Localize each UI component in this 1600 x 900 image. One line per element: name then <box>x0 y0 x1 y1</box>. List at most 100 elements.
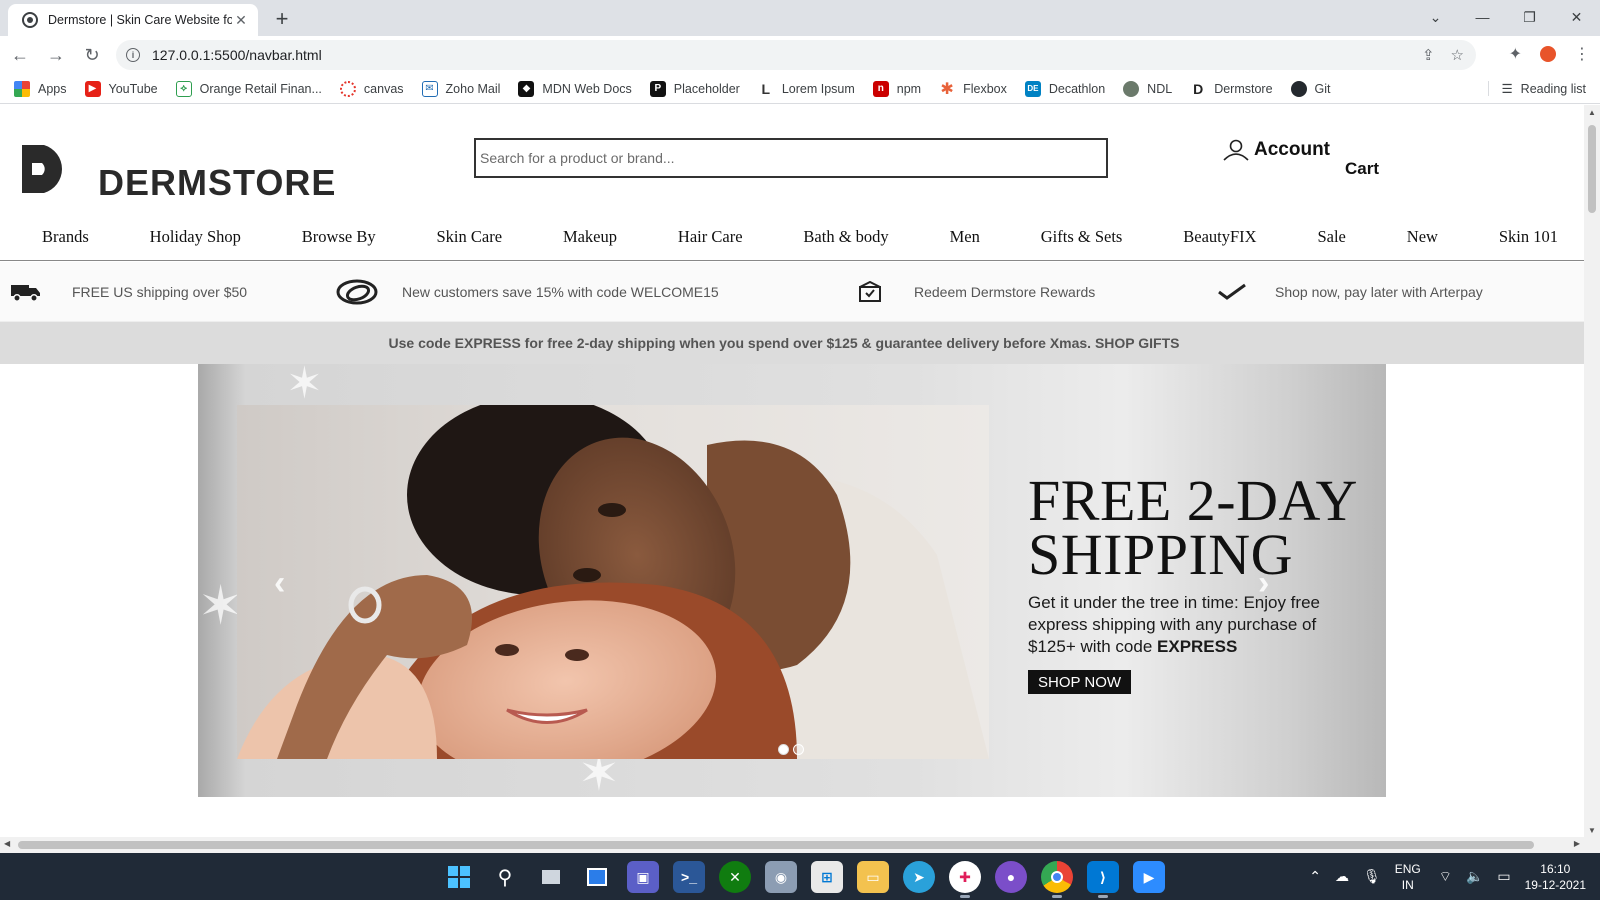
windows-icon <box>448 866 470 888</box>
bookmark-npm[interactable]: n npm <box>872 80 921 97</box>
github-icon <box>1290 80 1307 97</box>
nav-holiday-shop[interactable]: Holiday Shop <box>150 227 241 247</box>
microphone-icon[interactable]: 🎙 <box>1363 868 1381 885</box>
teams-chat-icon[interactable]: ▣ <box>627 861 659 893</box>
start-button[interactable] <box>443 861 475 893</box>
promo-code: EXPRESS <box>1157 637 1238 656</box>
scroll-down-icon[interactable]: ▼ <box>1584 826 1600 835</box>
close-tab-icon[interactable]: ✕ <box>232 12 250 29</box>
close-window-button[interactable]: ✕ <box>1553 0 1600 34</box>
profile-avatar[interactable] <box>1540 46 1556 62</box>
search-taskbar-icon[interactable]: ⚲ <box>489 861 521 893</box>
dermstore-logo[interactable]: DERMSTORE <box>22 143 336 201</box>
info-icon[interactable]: i <box>126 48 140 62</box>
reload-button[interactable]: ↻ <box>76 39 108 71</box>
powershell-icon[interactable]: >_ <box>673 861 705 893</box>
zoom-icon[interactable]: ▶ <box>1133 861 1165 893</box>
tab-search-icon[interactable]: ⌄ <box>1412 0 1459 34</box>
new-tab-button[interactable]: + <box>268 6 296 32</box>
back-button[interactable]: ← <box>4 39 36 71</box>
bookmark-flexbox[interactable]: ✱ Flexbox <box>939 80 1007 98</box>
vertical-scrollbar[interactable]: ▲ ▼ <box>1584 105 1600 837</box>
perk-shipping[interactable]: FREE US shipping over $50 <box>10 262 247 322</box>
forward-button[interactable]: → <box>40 39 72 71</box>
bookmark-lorem-ipsum[interactable]: L Lorem Ipsum <box>757 80 855 97</box>
cloud-icon[interactable]: ☁ <box>1335 868 1349 885</box>
nav-makeup[interactable]: Makeup <box>563 227 617 247</box>
scroll-left-icon[interactable]: ◀ <box>4 839 10 848</box>
nav-skin-101[interactable]: Skin 101 <box>1499 227 1558 247</box>
menu-kebab-icon[interactable]: ⋮ <box>1574 44 1590 64</box>
carousel-prev-icon[interactable]: ‹ <box>274 564 285 603</box>
nav-new[interactable]: New <box>1407 227 1438 247</box>
nav-bath-body[interactable]: Bath & body <box>803 227 888 247</box>
task-view-icon[interactable] <box>535 861 567 893</box>
wifi-icon[interactable]: ⌔ <box>1439 868 1452 886</box>
language-indicator[interactable]: ENG IN <box>1395 861 1421 893</box>
extensions-icon[interactable]: ✦ <box>1509 44 1522 64</box>
restore-button[interactable]: ❐ <box>1506 0 1553 34</box>
bookmark-apps[interactable]: Apps <box>14 80 67 97</box>
shop-now-button[interactable]: SHOP NOW <box>1028 670 1132 694</box>
nav-beautyfix[interactable]: BeautyFIX <box>1183 227 1256 247</box>
telegram-icon[interactable]: ➤ <box>903 861 935 893</box>
nav-brands[interactable]: Brands <box>42 227 89 247</box>
bookmark-git[interactable]: Git <box>1290 80 1331 97</box>
bookmarks-bar: Apps ▶ YouTube ⟡ Orange Retail Finan... ca… <box>0 74 1600 104</box>
bookmark-ndl[interactable]: NDL <box>1123 80 1172 97</box>
bookmark-orange-retail[interactable]: ⟡ Orange Retail Finan... <box>175 80 322 97</box>
vscode-icon[interactable]: ⟩ <box>1087 861 1119 898</box>
search-input[interactable] <box>474 138 1108 178</box>
bookmark-placeholder[interactable]: P Placeholder <box>649 80 740 97</box>
photos-icon[interactable]: ◉ <box>765 861 797 893</box>
chrome-icon[interactable] <box>1041 861 1073 898</box>
bookmark-mdn[interactable]: ◆ MDN Web Docs <box>518 80 632 97</box>
vertical-scroll-thumb[interactable] <box>1588 125 1596 213</box>
bookmark-star-icon[interactable]: ☆ <box>1451 46 1464 64</box>
volume-icon[interactable]: 🔈 <box>1466 868 1483 885</box>
hero-carousel[interactable]: ✶ ✶ ✶ ‹ › FREE 2-DAY SHIPPING Get it und… <box>198 364 1386 797</box>
nav-gifts-sets[interactable]: Gifts & Sets <box>1041 227 1123 247</box>
nav-sale[interactable]: Sale <box>1317 227 1345 247</box>
placeholder-icon: P <box>649 80 666 97</box>
bookmark-dermstore[interactable]: D Dermstore <box>1190 80 1273 97</box>
perk-welcome-code[interactable]: New customers save 15% with code WELCOME… <box>336 262 719 322</box>
carousel-dot-1[interactable] <box>778 744 789 755</box>
minimize-button[interactable]: — <box>1459 0 1506 34</box>
widgets-icon[interactable] <box>581 861 613 893</box>
bookmark-decathlon[interactable]: DE Decathlon <box>1024 80 1105 97</box>
slack-icon[interactable]: ✚ <box>949 861 981 898</box>
decathlon-icon: DE <box>1024 80 1041 97</box>
address-bar[interactable]: i 127.0.0.1:5500/navbar.html ⇪ ☆ <box>116 40 1476 70</box>
nav-browse-by[interactable]: Browse By <box>302 227 376 247</box>
github-desktop-icon[interactable]: ● <box>995 861 1027 893</box>
promo-banner[interactable]: Use code EXPRESS for free 2-day shipping… <box>0 322 1584 364</box>
nav-men[interactable]: Men <box>950 227 980 247</box>
carousel-dot-2[interactable] <box>793 744 804 755</box>
chevron-up-icon[interactable]: ⌃ <box>1309 868 1321 885</box>
system-tray: ⌃ ☁ 🎙 ENG IN ⌔ 🔈 ▭ 16:10 19-12-2021 <box>1309 853 1600 900</box>
share-icon[interactable]: ⇪ <box>1422 46 1435 64</box>
store-icon[interactable]: ⊞ <box>811 861 843 893</box>
nav-hair-care[interactable]: Hair Care <box>678 227 743 247</box>
tab-strip: Dermstore | Skin Care Website fo ✕ + ⌄ —… <box>0 0 1600 36</box>
bookmark-youtube[interactable]: ▶ YouTube <box>84 80 158 97</box>
reading-list-button[interactable]: ☰ Reading list <box>1488 81 1586 96</box>
cart-link[interactable]: Cart <box>1345 159 1379 179</box>
horizontal-scrollbar[interactable]: ◀ ▶ <box>0 837 1584 853</box>
account-link[interactable]: Account <box>1222 139 1330 161</box>
perk-rewards[interactable]: Redeem Dermstore Rewards <box>858 262 1095 322</box>
file-explorer-icon[interactable]: ▭ <box>857 861 889 893</box>
bookmark-zoho-mail[interactable]: ✉ Zoho Mail <box>421 80 500 97</box>
browser-tab[interactable]: Dermstore | Skin Care Website fo ✕ <box>8 4 258 36</box>
horizontal-scroll-thumb[interactable] <box>18 841 1534 849</box>
xbox-icon[interactable]: ✕ <box>719 861 751 893</box>
scroll-right-icon[interactable]: ▶ <box>1574 839 1580 848</box>
nav-skin-care[interactable]: Skin Care <box>436 227 502 247</box>
bookmark-canvas[interactable]: canvas <box>339 80 404 97</box>
globe-icon <box>22 12 38 28</box>
perk-afterpay[interactable]: Shop now, pay later with Arterpay <box>1217 262 1483 322</box>
battery-icon[interactable]: ▭ <box>1497 868 1510 885</box>
clock[interactable]: 16:10 19-12-2021 <box>1525 861 1586 893</box>
scroll-up-icon[interactable]: ▲ <box>1584 108 1600 117</box>
